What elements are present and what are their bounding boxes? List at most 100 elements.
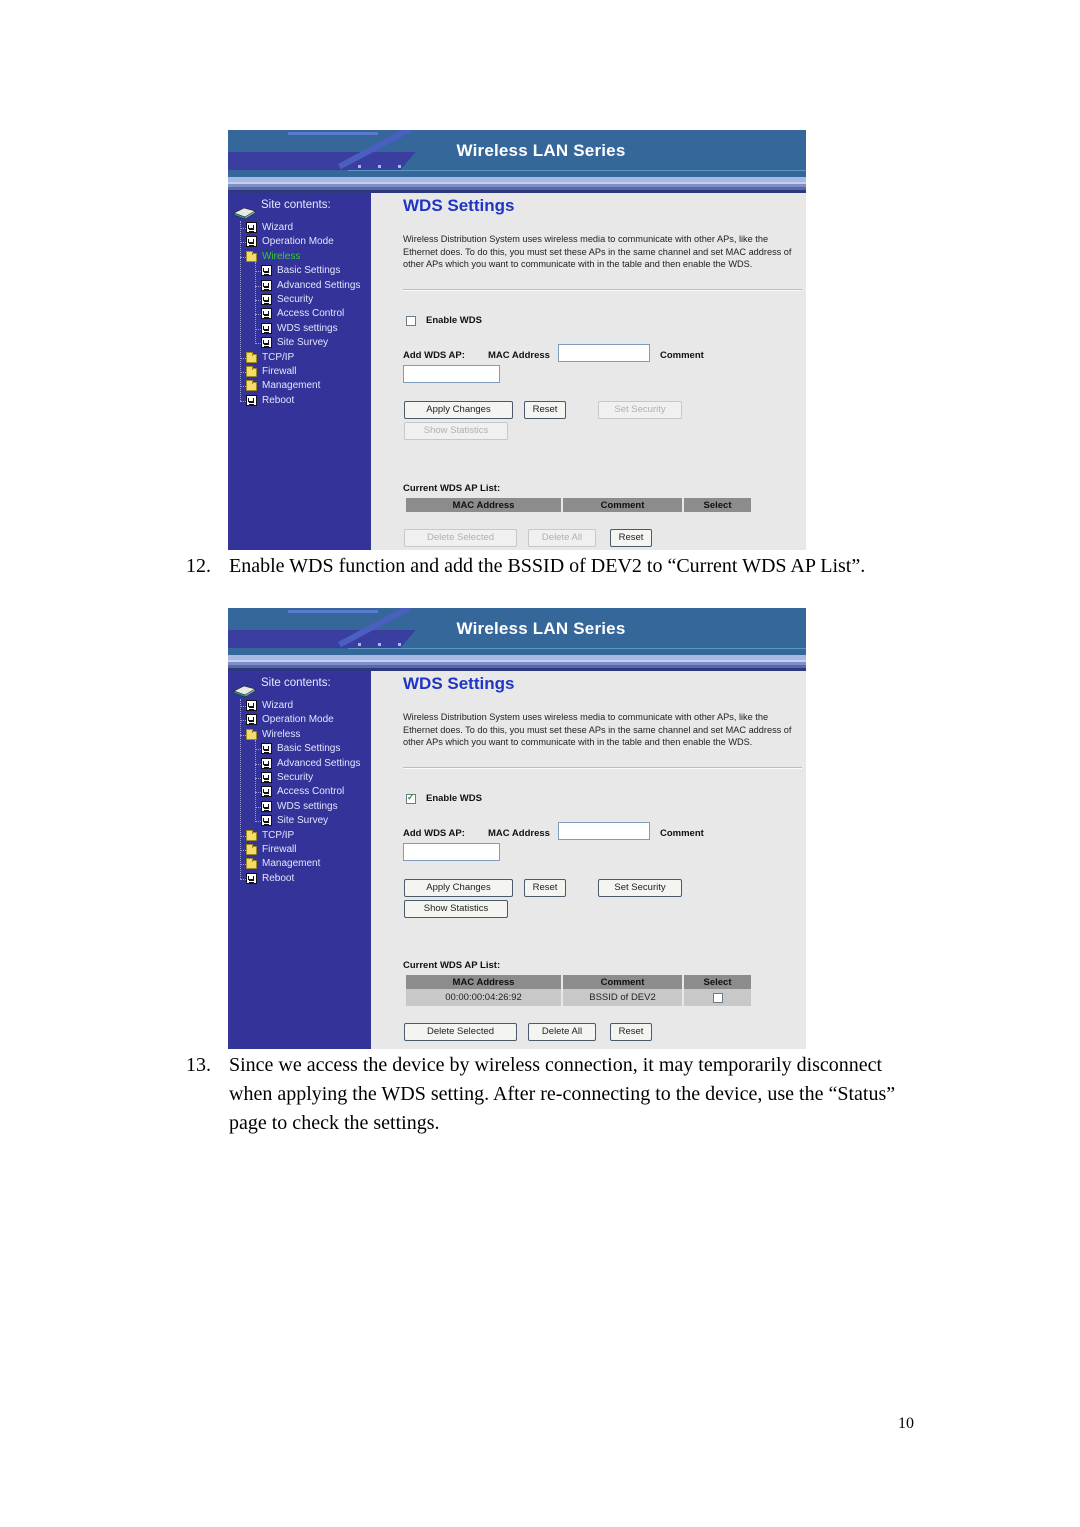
list-reset-button[interactable]: Reset (610, 1023, 652, 1041)
sidebar: Site contents: Wizard Operation Mode Wirel… (228, 671, 371, 1049)
page-icon (261, 800, 272, 812)
mac-address-input[interactable] (558, 822, 650, 840)
sidebar-item-label: Wireless (262, 728, 301, 740)
step-text: Enable WDS function and add the BSSID of… (229, 555, 866, 577)
sidebar-item-label: Wireless (262, 250, 301, 262)
table-header-row: MAC Address Comment Select (406, 975, 751, 989)
screenshot-wds-enabled: Wireless LAN Series Site contents: Wizar… (228, 608, 806, 1049)
sidebar-item-label: Access Control (277, 308, 345, 320)
page-icon (261, 815, 272, 827)
folder-icon (246, 366, 257, 377)
banner: Wireless LAN Series (228, 608, 806, 653)
sidebar-item-label: Wizard (262, 700, 294, 711)
banner-title: Wireless LAN Series (456, 141, 626, 160)
screenshot-wds-disabled: Wireless LAN Series Site contents: Wizar… (228, 130, 806, 550)
page-icon (261, 757, 272, 769)
page-icon (261, 294, 272, 305)
banner-dots (358, 165, 418, 168)
tree-line (240, 699, 241, 879)
page-icon (261, 279, 272, 291)
wds-ap-table: MAC Address Comment Select (404, 498, 753, 512)
delete-all-button[interactable]: Delete All (528, 1023, 596, 1041)
sidebar-item-label: Advanced Settings (277, 279, 361, 291)
add-wds-ap-label: Add WDS AP: (403, 350, 465, 361)
row-select-checkbox[interactable] (712, 993, 723, 1003)
page-icon (261, 743, 272, 755)
enable-wds-checkbox[interactable] (406, 316, 416, 326)
enable-wds-checkbox[interactable] (406, 792, 416, 804)
column-header-select: Select (684, 975, 751, 989)
sidebar-item-label: Operation Mode (262, 714, 334, 726)
page-icon (246, 714, 257, 726)
banner-dots (358, 643, 418, 646)
sidebar-item-label: Advanced Settings (277, 757, 361, 769)
apply-changes-button[interactable]: Apply Changes (404, 879, 513, 897)
banner-title: Wireless LAN Series (456, 619, 626, 638)
set-security-button[interactable]: Set Security (598, 879, 682, 897)
column-header-mac: MAC Address (406, 498, 561, 512)
comment-label: Comment (660, 828, 704, 839)
delete-selected-button[interactable]: Delete Selected (404, 1023, 517, 1041)
divider (403, 289, 802, 291)
reset-button[interactable]: Reset (524, 401, 566, 419)
banner-swoosh (288, 610, 378, 613)
table-header-row: MAC Address Comment Select (406, 498, 751, 512)
tree-line (240, 221, 241, 401)
sidebar-item-label: Operation Mode (262, 236, 334, 248)
page-icon (261, 322, 272, 334)
page-icon (261, 337, 272, 349)
show-statistics-button[interactable]: Show Statistics (404, 422, 508, 440)
page-description: Wireless Distribution System uses wirele… (403, 234, 792, 270)
site-contents-label: Site contents: (261, 199, 331, 211)
mac-address-input[interactable] (558, 344, 650, 362)
sidebar-item-label: WDS settings (277, 800, 338, 812)
page-title: WDS Settings (403, 196, 515, 215)
tree-line (255, 739, 256, 821)
step-number: 12. (186, 555, 211, 577)
sidebar-item-label: Security (277, 772, 314, 783)
sidebar-item-label: Site Survey (277, 337, 329, 349)
comment-input[interactable] (403, 843, 500, 861)
set-security-button[interactable]: Set Security (598, 401, 682, 419)
wds-ap-table: MAC Address Comment Select 00:00:00:04:2… (404, 975, 753, 1006)
step-text: Since we access the device by wireless c… (229, 1054, 896, 1134)
column-header-comment: Comment (563, 498, 682, 512)
show-statistics-button[interactable]: Show Statistics (404, 900, 508, 918)
page-icon (261, 786, 272, 798)
folder-icon (246, 380, 257, 392)
delete-selected-button[interactable]: Delete Selected (404, 529, 517, 547)
reset-button[interactable]: Reset (524, 879, 566, 897)
list-reset-button[interactable]: Reset (610, 529, 652, 547)
comment-input[interactable] (403, 365, 500, 383)
sidebar-item-label: Basic Settings (277, 743, 341, 755)
delete-all-button[interactable]: Delete All (528, 529, 596, 547)
enable-wds-label: Enable WDS (426, 315, 482, 326)
mac-address-cell: 00:00:00:04:26:92 (406, 989, 561, 1006)
sidebar-item-label: Management (262, 380, 321, 392)
banner-swoosh (288, 132, 378, 135)
sidebar-item-label: Reboot (262, 394, 295, 406)
divider (403, 767, 802, 769)
page-icon (246, 394, 257, 406)
sidebar-item-label: Firewall (262, 844, 297, 855)
add-wds-ap-label: Add WDS AP: (403, 828, 465, 839)
apply-changes-button[interactable]: Apply Changes (404, 401, 513, 419)
page-icon (246, 222, 257, 233)
tree-line (255, 261, 256, 343)
sidebar: Site contents: Wizard Operation Mode Wirel… (228, 193, 371, 550)
sidebar-item-label: WDS settings (277, 322, 338, 334)
open-folder-icon (246, 728, 257, 740)
column-header-comment: Comment (563, 975, 682, 989)
mac-address-label: MAC Address (488, 350, 550, 361)
disk-drive-icon (233, 685, 256, 697)
column-header-select: Select (684, 498, 751, 512)
page-icon (246, 700, 257, 711)
sidebar-item-label: Firewall (262, 366, 297, 377)
page-icon (246, 236, 257, 248)
page-icon (261, 265, 272, 277)
column-header-mac: MAC Address (406, 975, 561, 989)
sidebar-item-label: Basic Settings (277, 265, 341, 277)
site-contents-label: Site contents: (261, 677, 331, 689)
sidebar-item-label: TCP/IP (262, 351, 295, 363)
banner-stripes (228, 653, 806, 671)
